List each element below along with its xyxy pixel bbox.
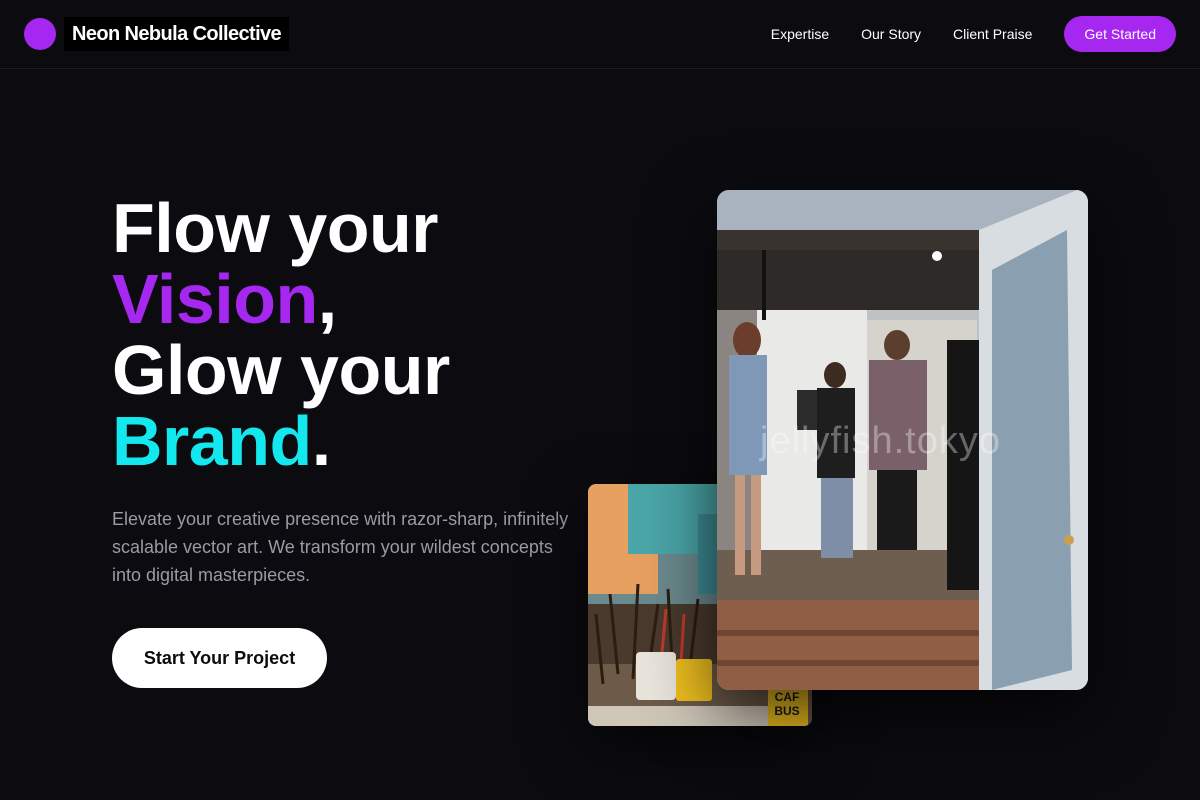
- start-project-button[interactable]: Start Your Project: [112, 628, 327, 688]
- label-caf: CAF: [775, 690, 800, 704]
- headline-period: .: [311, 402, 331, 480]
- logo-icon[interactable]: [24, 18, 56, 50]
- hero-subtext: Elevate your creative presence with razo…: [112, 509, 569, 585]
- headline-word-vision: Vision: [112, 260, 318, 338]
- label-bus: BUS: [774, 704, 799, 718]
- nav-link-client-praise[interactable]: Client Praise: [953, 26, 1032, 42]
- gallery-photo-image: [717, 190, 1088, 690]
- headline-line-2: Vision,: [112, 264, 632, 335]
- nav-link-expertise[interactable]: Expertise: [771, 26, 829, 42]
- headline-line-1: Flow your: [112, 189, 439, 267]
- top-navbar: Neon Nebula Collective Expertise Our Sto…: [0, 0, 1200, 69]
- headline-line-3: Glow your: [112, 331, 450, 409]
- nav-links: Expertise Our Story Client Praise Get St…: [771, 16, 1176, 52]
- get-started-button[interactable]: Get Started: [1064, 16, 1176, 52]
- nav-link-our-story[interactable]: Our Story: [861, 26, 921, 42]
- headline-word-brand: Brand: [112, 402, 312, 480]
- headline-comma: ,: [317, 260, 337, 338]
- brand-name[interactable]: Neon Nebula Collective: [64, 17, 290, 51]
- hero-headline: Flow your Vision, Glow your Brand.: [112, 193, 632, 477]
- headline-line-4: Brand.: [112, 406, 632, 477]
